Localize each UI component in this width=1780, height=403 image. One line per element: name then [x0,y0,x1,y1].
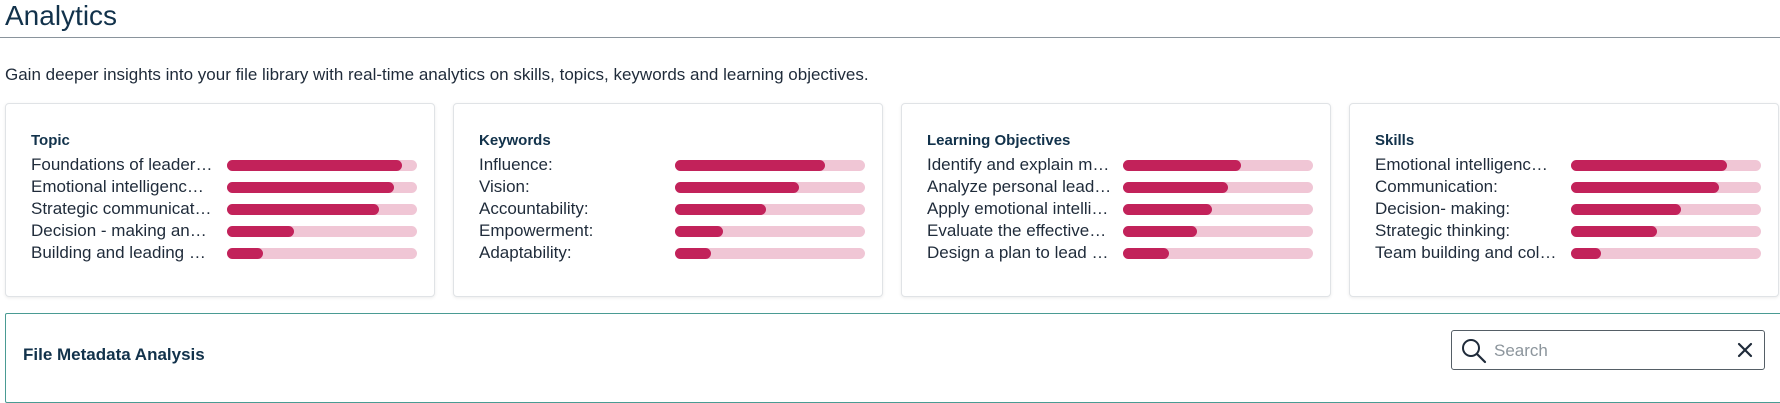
card-row: Strategic thinking: [1375,220,1765,242]
card-row: Building and leading … [31,242,421,264]
progress-bar [1123,248,1313,259]
row-label: Vision: [479,177,530,196]
skills-card: Skills Emotional intelligenc… Communicat… [1349,103,1779,297]
progress-bar-fill [1571,204,1682,215]
card-row: Decision - making an… [31,220,421,242]
progress-bar [1123,182,1313,193]
progress-bar-fill [675,226,723,237]
card-row: Team building and col… [1375,242,1765,264]
progress-bar-fill [1123,160,1241,171]
row-label: Analyze personal lead… [927,177,1112,196]
progress-bar [1123,160,1313,171]
progress-bar [675,226,865,237]
progress-bar [227,248,417,259]
progress-bar-fill [227,248,264,259]
progress-bar [1571,248,1761,259]
topic-card: Topic Foundations of leader… Emotional i… [5,103,435,297]
progress-bar-fill [227,204,379,215]
progress-bar [675,182,865,193]
progress-bar-fill [227,182,395,193]
card-row: Emotional intelligenc… [1375,154,1765,176]
progress-bar-fill [1571,160,1727,171]
card-row: Apply emotional intelli… [927,198,1317,220]
row-label: Empowerment: [479,221,594,240]
card-row: Emotional intelligenc… [31,176,421,198]
row-label: Emotional intelligenc… [1375,155,1548,174]
card-title: Learning Objectives [927,132,1071,149]
progress-bar-fill [675,182,799,193]
card-row: Evaluate the effective… [927,220,1317,242]
progress-bar-fill [1571,248,1602,259]
progress-bar-fill [1123,248,1169,259]
row-label: Strategic thinking: [1375,221,1511,240]
card-row: Empowerment: [479,220,869,242]
progress-bar [675,160,865,171]
card-row: Analyze personal lead… [927,176,1317,198]
card-row: Decision- making: [1375,198,1765,220]
row-label: Strategic communicat… [31,199,212,218]
progress-bar [227,160,417,171]
card-title: Topic [31,132,70,149]
progress-bar-fill [675,160,826,171]
progress-bar-fill [1571,182,1720,193]
progress-bar [227,204,417,215]
page-title: Analytics [5,0,118,31]
learning-objectives-card: Learning Objectives Identify and explain… [901,103,1331,297]
card-row: Communication: [1375,176,1765,198]
progress-bar [1123,226,1313,237]
row-label: Communication: [1375,177,1498,196]
title-divider [0,37,1780,38]
search-input[interactable] [1492,335,1716,367]
row-label: Building and leading … [31,243,206,262]
keywords-card: Keywords Influence: Vision: Accountabili… [453,103,883,297]
progress-bar-fill [675,248,712,259]
card-row: Design a plan to lead … [927,242,1317,264]
card-row: Accountability: [479,198,869,220]
progress-bar [227,226,417,237]
close-icon[interactable] [1735,340,1755,360]
row-label: Team building and col… [1375,243,1557,262]
row-label: Influence: [479,155,553,174]
progress-bar [1571,226,1761,237]
row-label: Apply emotional intelli… [927,199,1109,218]
row-label: Foundations of leader… [31,155,213,174]
progress-bar-fill [675,204,767,215]
card-title: Keywords [479,132,551,149]
row-label: Design a plan to lead … [927,243,1109,262]
card-row: Strategic communicat… [31,198,421,220]
card-row: Influence: [479,154,869,176]
row-label: Emotional intelligenc… [31,177,204,196]
progress-bar [1571,182,1761,193]
file-metadata-panel: File Metadata Analysis [5,313,1780,403]
panel-title: File Metadata Analysis [23,345,205,364]
progress-bar-fill [1123,226,1198,237]
progress-bar [1123,204,1313,215]
card-title: Skills [1375,132,1415,149]
row-label: Accountability: [479,199,589,218]
progress-bar-fill [1123,204,1213,215]
card-row: Identify and explain m… [927,154,1317,176]
row-label: Decision - making an… [31,221,207,240]
progress-bar-fill [1123,182,1228,193]
row-label: Identify and explain m… [927,155,1110,174]
card-row: Foundations of leader… [31,154,421,176]
row-label: Evaluate the effective… [927,221,1107,240]
progress-bar-fill [1571,226,1657,237]
page-description: Gain deeper insights into your file libr… [5,65,869,84]
progress-bar-fill [227,160,402,171]
progress-bar [675,204,865,215]
progress-bar [1571,160,1761,171]
search-box[interactable] [1451,330,1765,370]
progress-bar [675,248,865,259]
progress-bar [1571,204,1761,215]
search-icon [1462,339,1487,364]
progress-bar [227,182,417,193]
row-label: Adaptability: [479,243,572,262]
progress-bar-fill [227,226,294,237]
card-row: Vision: [479,176,869,198]
row-label: Decision- making: [1375,199,1511,218]
card-row: Adaptability: [479,242,869,264]
